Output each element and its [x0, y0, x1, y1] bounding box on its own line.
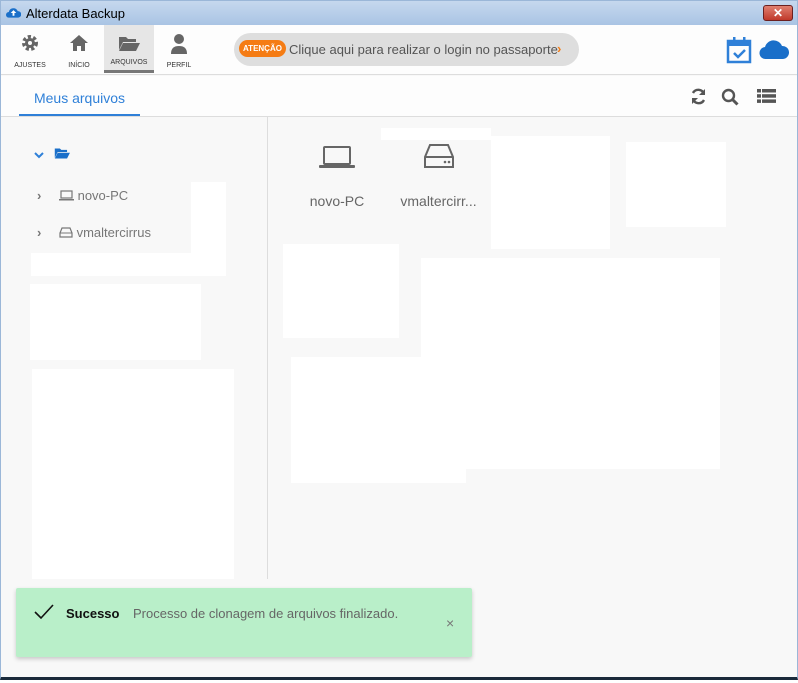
chevron-right-icon[interactable]: ›	[37, 225, 41, 240]
tree-item-novo-pc[interactable]: › novo-PC	[37, 188, 128, 203]
user-icon	[171, 34, 187, 54]
toolbar-inicio[interactable]: INÍCIO	[54, 25, 104, 73]
file-tile-label: vmaltercirr...	[400, 193, 477, 209]
success-toast: Sucesso Processo de clonagem de arquivos…	[16, 588, 472, 657]
toolbar-label: ARQUIVOS	[110, 59, 148, 66]
home-icon	[70, 35, 88, 51]
tab-meus-arquivos[interactable]: Meus arquivos	[19, 76, 140, 116]
app-cloud-icon	[6, 8, 21, 18]
toast-message: Processo de clonagem de arquivos finaliz…	[133, 606, 399, 621]
laptop-icon	[58, 190, 74, 201]
title-bar: Alterdata Backup ✕	[1, 1, 797, 25]
search-icon[interactable]	[721, 88, 739, 106]
toolbar-arquivos[interactable]: ARQUIVOS	[104, 25, 154, 73]
render-artifact	[626, 142, 726, 227]
render-artifact	[31, 253, 226, 276]
render-artifact	[30, 284, 201, 360]
window-title: Alterdata Backup	[26, 6, 126, 21]
file-tile-vmaltercirrus[interactable]: vmaltercirr...	[386, 133, 491, 221]
notice-text: Clique aqui para realizar o login no pas…	[289, 42, 558, 57]
toolbar-perfil[interactable]: PERFIL	[154, 25, 204, 73]
cloud-icon[interactable]	[759, 38, 789, 60]
close-window-button[interactable]: ✕	[763, 5, 793, 21]
hard-drive-icon	[423, 144, 454, 168]
file-tile-novo-pc[interactable]: novo-PC	[291, 133, 383, 221]
checkmark-icon	[34, 604, 54, 620]
tab-bar: Meus arquivos	[1, 76, 797, 117]
chevron-right-icon: ›	[557, 41, 562, 56]
render-artifact	[32, 369, 234, 579]
toolbar-label: PERFIL	[166, 62, 192, 69]
render-artifact	[291, 357, 466, 483]
calendar-check-icon[interactable]	[726, 36, 752, 64]
toast-close-button[interactable]: ×	[446, 615, 454, 631]
render-artifact	[491, 136, 610, 249]
hard-drive-icon	[59, 227, 73, 238]
app-window: Alterdata Backup ✕ AJUSTES INÍCIO ARQUIV…	[0, 0, 798, 680]
toolbar: AJUSTES INÍCIO ARQUIVOS PERFIL ATENÇÃO C…	[1, 25, 797, 75]
tree-item-label: vmaltercirrus	[76, 225, 151, 240]
laptop-icon	[319, 146, 355, 168]
folder-open-icon[interactable]	[54, 147, 70, 160]
file-tile-label: novo-PC	[309, 193, 365, 209]
gear-icon	[22, 35, 38, 51]
toast-title: Sucesso	[66, 606, 120, 621]
toolbar-ajustes[interactable]: AJUSTES	[5, 25, 55, 73]
folder-tree-panel: › novo-PC › vmaltercirrus	[1, 117, 268, 579]
login-notice-banner[interactable]: ATENÇÃO Clique aqui para realizar o logi…	[234, 33, 579, 66]
attention-badge: ATENÇÃO	[239, 40, 286, 57]
chevron-right-icon[interactable]: ›	[37, 188, 41, 203]
tree-item-vmaltercirrus[interactable]: › vmaltercirrus	[37, 225, 151, 240]
tree-item-label: novo-PC	[77, 188, 129, 203]
folder-open-icon	[119, 37, 140, 51]
render-artifact	[283, 244, 399, 338]
list-view-icon[interactable]	[757, 88, 776, 104]
toolbar-label: AJUSTES	[14, 62, 46, 69]
refresh-icon[interactable]	[690, 88, 707, 105]
toolbar-label: INÍCIO	[68, 62, 90, 69]
chevron-down-icon[interactable]	[34, 151, 44, 159]
